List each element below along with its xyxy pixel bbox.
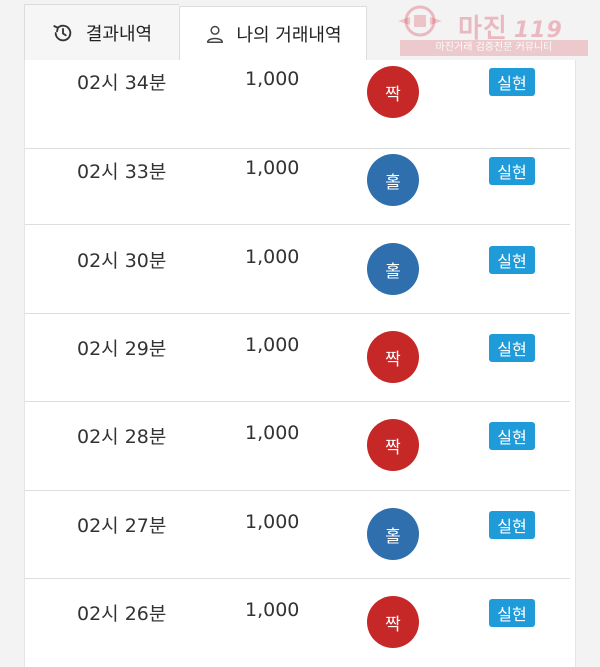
- trade-amount: 1,000: [245, 511, 300, 533]
- trade-time: 02시 33분: [77, 161, 167, 183]
- trade-time: 02시 28분: [77, 426, 167, 448]
- watermark-logo: 마진 119 마진거래 검증전문 커뮤니티: [396, 4, 592, 56]
- status-badge: 실현: [489, 68, 535, 96]
- result-badge-even: 짝: [367, 331, 419, 383]
- trade-time: 02시 27분: [77, 515, 167, 537]
- trade-time: 02시 34분: [77, 72, 167, 94]
- tab-results-history[interactable]: 결과내역: [24, 4, 179, 60]
- history-icon: [53, 24, 72, 41]
- list-item: 02시 26분 1,000 짝 실현: [25, 579, 570, 667]
- trade-time: 02시 29분: [77, 338, 167, 360]
- trade-amount: 1,000: [245, 599, 300, 621]
- watermark-subtitle: 마진거래 검증전문 커뮤니티: [400, 40, 588, 56]
- list-item: 02시 33분 1,000 홀 실현: [25, 136, 570, 225]
- trade-amount: 1,000: [245, 246, 300, 268]
- result-badge-odd: 홀: [367, 508, 419, 560]
- trade-amount: 1,000: [245, 157, 300, 179]
- result-badge-even: 짝: [367, 596, 419, 648]
- status-badge: 실현: [489, 422, 535, 450]
- result-badge-even: 짝: [367, 66, 419, 118]
- result-badge-even: 짝: [367, 419, 419, 471]
- status-badge: 실현: [489, 157, 535, 185]
- status-badge: 실현: [489, 599, 535, 627]
- tab-my-trades[interactable]: 나의 거래내역: [179, 6, 367, 61]
- trade-amount: 1,000: [245, 334, 300, 356]
- trade-history-list: 02시 34분 1,000 짝 실현 02시 33분 1,000 홀 실현 02…: [24, 60, 576, 667]
- status-badge: 실현: [489, 511, 535, 539]
- list-item: 02시 30분 1,000 홀 실현: [25, 225, 570, 314]
- tab-results-label: 결과내역: [85, 23, 153, 45]
- list-item: 02시 27분 1,000 홀 실현: [25, 490, 570, 579]
- result-badge-odd: 홀: [367, 154, 419, 206]
- trade-time: 02시 26분: [77, 603, 167, 625]
- trade-amount: 1,000: [245, 422, 300, 444]
- emblem-icon: [398, 5, 442, 37]
- tab-my-trades-label: 나의 거래내역: [236, 25, 342, 46]
- trade-time: 02시 30분: [77, 250, 167, 272]
- status-badge: 실현: [489, 246, 535, 274]
- result-badge-odd: 홀: [367, 243, 419, 295]
- list-item: 02시 28분 1,000 짝 실현: [25, 402, 570, 491]
- status-badge: 실현: [489, 334, 535, 362]
- list-item: 02시 29분 1,000 짝 실현: [25, 313, 570, 402]
- trade-amount: 1,000: [245, 68, 300, 90]
- app-frame: 결과내역 나의 거래내역 마진 119 마진거래 검증전문 커뮤니티 02시 34…: [0, 0, 600, 667]
- user-icon: [207, 25, 224, 43]
